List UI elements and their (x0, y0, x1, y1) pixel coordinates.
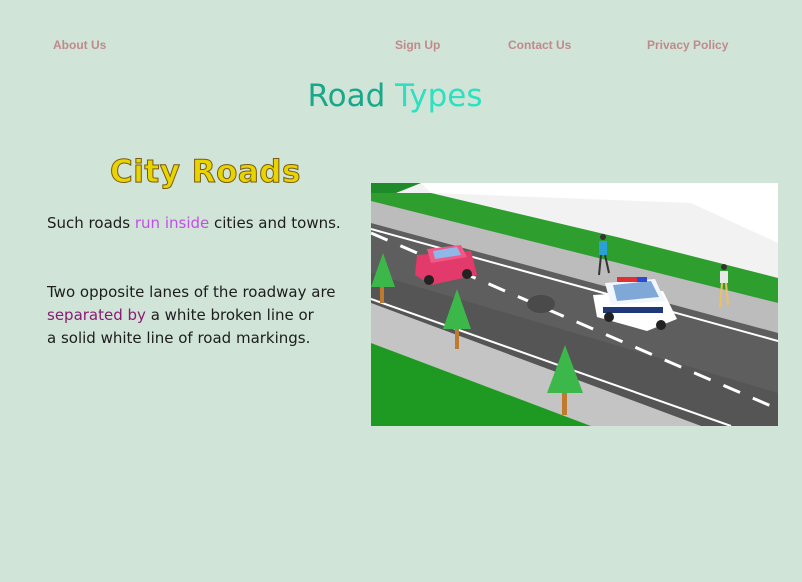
page-title-part2: Types (395, 78, 483, 114)
section-heading: City Roads (110, 154, 301, 191)
paragraph-2: Two opposite lanes of the roadway are se… (47, 281, 347, 350)
nav-privacy-link[interactable]: Privacy Policy (647, 38, 728, 52)
road-scene-svg (371, 183, 778, 426)
nav-contact-link[interactable]: Contact Us (508, 38, 571, 52)
paragraph-1: Such roads run inside cities and towns. (47, 212, 347, 235)
p1-highlight: run inside (134, 214, 210, 232)
p2-line1: Two opposite lanes of the roadway are (47, 283, 336, 301)
nav-signup-link[interactable]: Sign Up (395, 38, 440, 52)
p2-after: a white broken line or (145, 306, 314, 324)
p1-before: Such roads (47, 214, 135, 232)
p2-highlight: separated by (47, 306, 146, 324)
page-title-part1: Road (307, 78, 396, 114)
city-road-illustration (371, 183, 778, 426)
p2-line3: a solid white line of road markings. (47, 329, 311, 347)
page-title: Road Types (0, 78, 790, 114)
p1-after: cities and towns. (209, 214, 341, 232)
nav-about-link[interactable]: About Us (53, 38, 106, 52)
